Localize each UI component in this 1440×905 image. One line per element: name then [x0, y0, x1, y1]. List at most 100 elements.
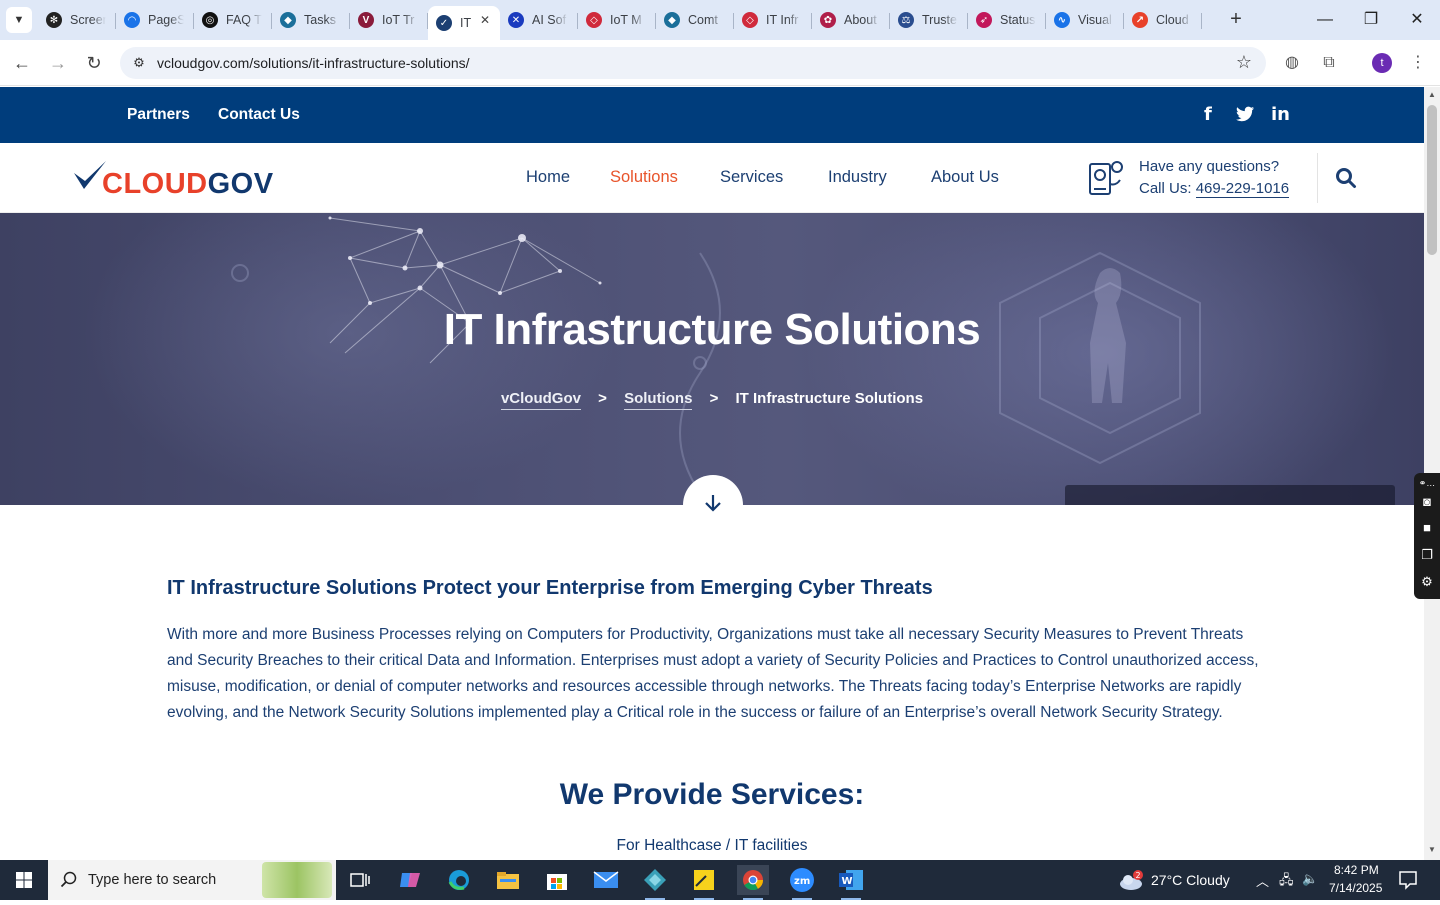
network-icon[interactable]: 🖧: [1279, 871, 1294, 893]
clock-date[interactable]: 7/14/2025: [1329, 881, 1382, 895]
chrome-icon[interactable]: [737, 865, 769, 900]
tab-favicon-icon: ✻: [46, 12, 62, 28]
arrow-down-icon: [705, 495, 721, 512]
bookmark-star-icon[interactable]: ☆: [1236, 52, 1252, 73]
microsoft-store-icon[interactable]: [541, 865, 573, 895]
browser-tab[interactable]: ◇ IoT M: [578, 6, 656, 34]
logo-wordmark: CLOUDGOV: [102, 169, 274, 199]
volume-icon[interactable]: 🔈: [1302, 871, 1318, 887]
copilot-icon[interactable]: [394, 865, 426, 895]
browser-tab[interactable]: ➶ Status: [968, 6, 1046, 34]
logo-checkmark-icon: [74, 161, 106, 189]
tab-label: IoT M: [610, 13, 642, 27]
scroll-down-button[interactable]: [683, 475, 743, 535]
start-button[interactable]: [0, 860, 48, 900]
menu-kebab-icon[interactable]: ⋮: [1406, 51, 1430, 75]
browser-tab[interactable]: ✕ AI Sof: [500, 6, 578, 34]
questions-text: Have any questions?: [1139, 158, 1280, 175]
camera-icon[interactable]: ◙: [1418, 494, 1436, 510]
close-window-button[interactable]: ✕: [1402, 8, 1432, 32]
tab-favicon-icon: ✿: [820, 12, 836, 28]
tab-favicon-icon: ✕: [508, 12, 524, 28]
tab-label: Truste: [922, 13, 957, 27]
weather-text[interactable]: 27°C Cloudy: [1151, 872, 1230, 888]
nav-about-us[interactable]: About Us: [931, 168, 999, 187]
edge-browser-icon[interactable]: [443, 865, 475, 895]
file-explorer-icon[interactable]: [492, 865, 524, 895]
browser-tab[interactable]: ✻ Screen: [38, 6, 116, 34]
browser-tab[interactable]: ∿ Visual: [1046, 6, 1124, 34]
facebook-icon[interactable]: f: [1204, 104, 1212, 125]
tab-close-icon[interactable]: ✕: [478, 13, 492, 27]
extensions-icon[interactable]: ⧉: [1317, 51, 1341, 75]
windows-logo-icon: [16, 872, 32, 888]
reload-button[interactable]: ↻: [82, 51, 106, 75]
nav-home[interactable]: Home: [526, 168, 570, 187]
header-divider: [1317, 153, 1318, 203]
browser-tab[interactable]: ◆ Comt: [656, 6, 734, 34]
tab-label: IT Infr: [766, 13, 799, 27]
browser-tab[interactable]: ⚖ Truste: [890, 6, 968, 34]
windows-taskbar: Type here to search zm W 2 27°C Cloudy ︿…: [0, 860, 1440, 900]
nav-industry[interactable]: Industry: [828, 168, 887, 187]
hero-title: IT Infrastructure Solutions: [443, 305, 981, 354]
browser-tab[interactable]: ◇ IT Infr: [734, 6, 812, 34]
phone-number-link[interactable]: 469-229-1016: [1195, 180, 1290, 198]
cloudgov-logo[interactable]: CLOUDGOV: [72, 155, 274, 199]
nav-solutions[interactable]: Solutions: [610, 168, 678, 187]
scroll-up-arrow[interactable]: ▲: [1427, 90, 1437, 100]
tab-favicon-icon: V: [358, 12, 374, 28]
browser-tab[interactable]: ◎ FAQ T: [194, 6, 272, 34]
new-tab-button[interactable]: +: [1226, 9, 1246, 29]
site-info-icon[interactable]: ⚙: [130, 54, 148, 72]
link-icon[interactable]: ⚭…: [1418, 475, 1436, 491]
tab-favicon-icon: ◎: [202, 12, 218, 28]
browser-tab[interactable]: V IoT Tr: [350, 6, 428, 34]
forward-button[interactable]: →: [46, 51, 70, 75]
weather-cloud-icon[interactable]: 2: [1117, 870, 1145, 892]
address-bar[interactable]: ⚙ vcloudgov.com/solutions/it-infrastruct…: [120, 47, 1266, 79]
sticky-notes-icon[interactable]: [688, 865, 720, 900]
word-icon[interactable]: W: [835, 865, 867, 900]
restore-button[interactable]: ❐: [1356, 8, 1386, 32]
tab-label: Visual: [1078, 13, 1112, 27]
screen-capture-widget: ⚭… ◙ ■ ❐ ⚙: [1414, 473, 1440, 599]
browser-tab[interactable]: ✿ About: [812, 6, 890, 34]
clock-time[interactable]: 8:42 PM: [1334, 863, 1379, 877]
browser-tab[interactable]: ◆ Tasks: [272, 6, 350, 34]
profile-avatar[interactable]: t: [1372, 53, 1392, 73]
app-diamond-icon[interactable]: [639, 865, 671, 900]
chevron-up-icon[interactable]: ︿: [1256, 871, 1269, 890]
intro-paragraph: With more and more Business Processes re…: [167, 626, 1259, 721]
zoom-icon[interactable]: zm: [786, 865, 818, 900]
logo-part-gov: GOV: [207, 168, 274, 200]
browser-tab[interactable]: ↗ Cloud: [1124, 6, 1202, 34]
notifications-icon[interactable]: [1398, 870, 1418, 893]
url-text[interactable]: vcloudgov.com/solutions/it-infrastructur…: [157, 55, 470, 71]
twitter-icon[interactable]: [1236, 106, 1254, 127]
breadcrumb-home-link[interactable]: vCloudGov: [500, 390, 581, 410]
translate-icon[interactable]: ◍: [1280, 51, 1304, 75]
svg-text:zm: zm: [794, 876, 810, 887]
hero-network-background: [231, 216, 1395, 505]
call-prefix: Call Us:: [1139, 180, 1196, 197]
scroll-thumb[interactable]: [1427, 105, 1437, 255]
taskbar-search-box[interactable]: Type here to search: [48, 860, 336, 900]
window-capture-icon[interactable]: ❐: [1418, 547, 1436, 563]
contact-us-link[interactable]: Contact Us: [218, 106, 300, 124]
tab-search-button[interactable]: ▼: [6, 7, 32, 33]
partners-link[interactable]: Partners: [127, 106, 190, 124]
back-button[interactable]: ←: [10, 51, 34, 75]
browser-tab[interactable]: ◠ PageSpeed: [116, 6, 194, 34]
nav-services[interactable]: Services: [720, 168, 783, 187]
search-icon[interactable]: [1335, 167, 1357, 189]
breadcrumb-solutions-link[interactable]: Solutions: [624, 390, 693, 410]
browser-tab[interactable]: ✓ IT ✕: [428, 6, 500, 40]
gear-icon[interactable]: ⚙: [1418, 574, 1436, 590]
scroll-down-arrow[interactable]: ▼: [1427, 845, 1437, 855]
task-view-icon[interactable]: [344, 865, 376, 895]
minimize-button[interactable]: —: [1310, 8, 1340, 32]
linkedin-icon[interactable]: in: [1271, 104, 1290, 125]
video-camera-icon[interactable]: ■: [1418, 520, 1436, 536]
mail-icon[interactable]: [590, 865, 622, 895]
